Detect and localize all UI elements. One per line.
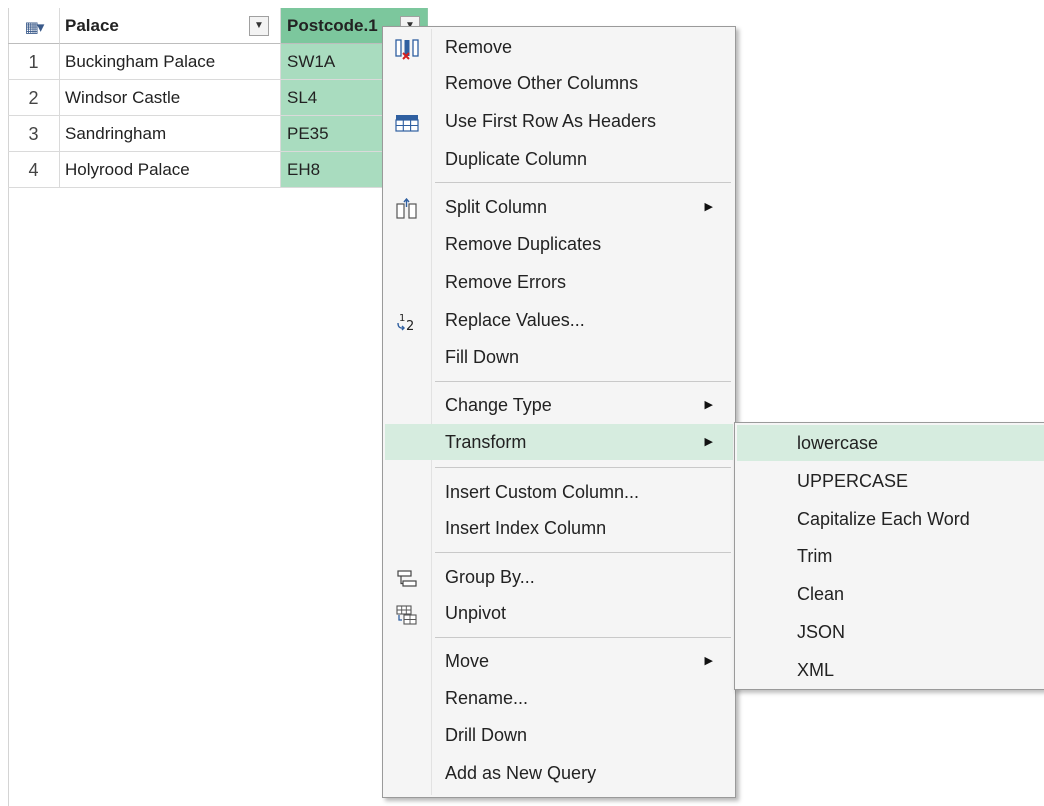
menu-item-rename[interactable]: Rename...	[385, 680, 733, 716]
menu-item-label: Transform	[445, 432, 527, 452]
menu-item-fill-down[interactable]: Fill Down	[385, 339, 733, 375]
menu-item-label: Remove	[445, 37, 513, 57]
submenu-arrow-icon: ▶	[704, 436, 713, 448]
menu-item-label: Move	[445, 651, 490, 671]
menu-item-label: Duplicate Column	[445, 149, 588, 169]
submenu-item-label: Clean	[797, 584, 845, 604]
submenu-item-trim[interactable]: Trim	[737, 538, 1044, 574]
menu-item-unpivot[interactable]: Unpivot	[385, 595, 733, 631]
svg-text:2: 2	[406, 319, 414, 333]
menu-item-duplicate-column[interactable]: Duplicate Column	[385, 141, 733, 177]
submenu-arrow-icon: ▶	[704, 201, 713, 213]
menu-item-label: Remove Duplicates	[445, 234, 602, 254]
menu-item-split-column[interactable]: Split Column ▶	[385, 189, 733, 225]
submenu-arrow-icon: ▶	[704, 655, 713, 667]
submenu-item-xml[interactable]: XML	[737, 652, 1044, 688]
menu-item-label: Rename...	[445, 688, 529, 708]
table-row: 2 Windsor Castle SL4	[8, 80, 428, 116]
menu-item-label: Group By...	[445, 567, 535, 587]
transform-submenu: lowercase UPPERCASE Capitalize Each Word…	[734, 422, 1044, 690]
submenu-item-lowercase[interactable]: lowercase	[737, 425, 1044, 461]
menu-item-label: Insert Custom Column...	[445, 482, 640, 502]
menu-item-label: Remove Other Columns	[445, 73, 639, 93]
menu-item-label: Split Column	[445, 197, 548, 217]
menu-item-group-by[interactable]: Group By...	[385, 559, 733, 595]
menu-item-label: Change Type	[445, 395, 552, 415]
menu-separator	[435, 552, 731, 553]
menu-item-change-type[interactable]: Change Type ▶	[385, 387, 733, 423]
submenu-item-label: UPPERCASE	[797, 471, 909, 491]
menu-item-label: Fill Down	[445, 347, 520, 367]
submenu-item-label: XML	[797, 660, 835, 680]
menu-item-drill-down[interactable]: Drill Down	[385, 717, 733, 753]
submenu-item-json[interactable]: JSON	[737, 614, 1044, 650]
table-cell[interactable]: Sandringham	[60, 116, 281, 152]
submenu-item-label: lowercase	[797, 433, 879, 453]
row-index: 1	[8, 44, 60, 80]
remove-column-icon	[395, 36, 419, 60]
menu-separator	[435, 182, 731, 183]
row-index: 3	[8, 116, 60, 152]
menu-separator	[435, 637, 731, 638]
submenu-item-uppercase[interactable]: UPPERCASE	[737, 463, 1044, 499]
table-menu-button[interactable]: ▦▾	[8, 8, 60, 44]
menu-item-remove-other-columns[interactable]: Remove Other Columns	[385, 65, 733, 101]
table-row: 1 Buckingham Palace SW1A	[8, 44, 428, 80]
replace-values-icon: 1 2	[395, 309, 419, 334]
submenu-item-clean[interactable]: Clean	[737, 576, 1044, 612]
menu-separator	[435, 467, 731, 468]
submenu-item-capitalize-each-word[interactable]: Capitalize Each Word	[737, 501, 1044, 537]
menu-item-label: Add as New Query	[445, 763, 597, 783]
menu-item-remove-duplicates[interactable]: Remove Duplicates	[385, 226, 733, 262]
menu-item-label: Unpivot	[445, 603, 507, 623]
svg-text:1: 1	[399, 313, 405, 324]
menu-item-replace-values[interactable]: 1 2 Replace Values...	[385, 302, 733, 338]
submenu-item-label: Trim	[797, 546, 833, 566]
menu-separator	[435, 381, 731, 382]
menu-item-insert-custom-column[interactable]: Insert Custom Column...	[385, 474, 733, 510]
menu-item-transform[interactable]: Transform ▶	[385, 424, 733, 460]
menu-item-label: Drill Down	[445, 725, 528, 745]
column-context-menu: Remove Remove Other Columns Use First Ro…	[382, 26, 736, 798]
table-header-icon	[395, 110, 419, 132]
column-filter-button-palace[interactable]: ▼	[249, 16, 269, 36]
table-cell[interactable]: Windsor Castle	[60, 80, 281, 116]
grid-header-row: ▦▾ Palace ▼ Postcode.1 ▼	[8, 8, 428, 44]
submenu-arrow-icon: ▶	[704, 399, 713, 411]
column-header-label: Palace	[65, 16, 119, 35]
unpivot-icon	[395, 602, 419, 625]
menu-item-remove-errors[interactable]: Remove Errors	[385, 264, 733, 300]
submenu-item-label: Capitalize Each Word	[797, 509, 970, 529]
column-header-palace[interactable]: Palace	[60, 8, 281, 44]
row-index: 2	[8, 80, 60, 116]
table-cell[interactable]: Holyrood Palace	[60, 152, 281, 188]
menu-item-use-first-row-as-headers[interactable]: Use First Row As Headers	[385, 103, 733, 139]
row-index: 4	[8, 152, 60, 188]
table-cell[interactable]: Buckingham Palace	[60, 44, 281, 80]
column-header-label: Postcode.1	[287, 16, 378, 35]
group-by-icon	[395, 566, 419, 588]
menu-item-label: Insert Index Column	[445, 518, 607, 538]
submenu-item-label: JSON	[797, 622, 846, 642]
menu-item-label: Remove Errors	[445, 272, 567, 292]
menu-item-remove[interactable]: Remove	[385, 29, 733, 65]
menu-item-add-as-new-query[interactable]: Add as New Query	[385, 755, 733, 791]
split-column-icon	[395, 196, 419, 219]
chevron-down-icon: ▼	[254, 20, 264, 31]
table-row: 3 Sandringham PE35	[8, 116, 428, 152]
menu-item-insert-index-column[interactable]: Insert Index Column	[385, 510, 733, 546]
menu-item-move[interactable]: Move ▶	[385, 643, 733, 679]
menu-item-label: Replace Values...	[445, 310, 585, 330]
table-row: 4 Holyrood Palace EH8	[8, 152, 428, 188]
table-icon: ▦▾	[24, 19, 45, 36]
menu-item-label: Use First Row As Headers	[445, 111, 657, 131]
